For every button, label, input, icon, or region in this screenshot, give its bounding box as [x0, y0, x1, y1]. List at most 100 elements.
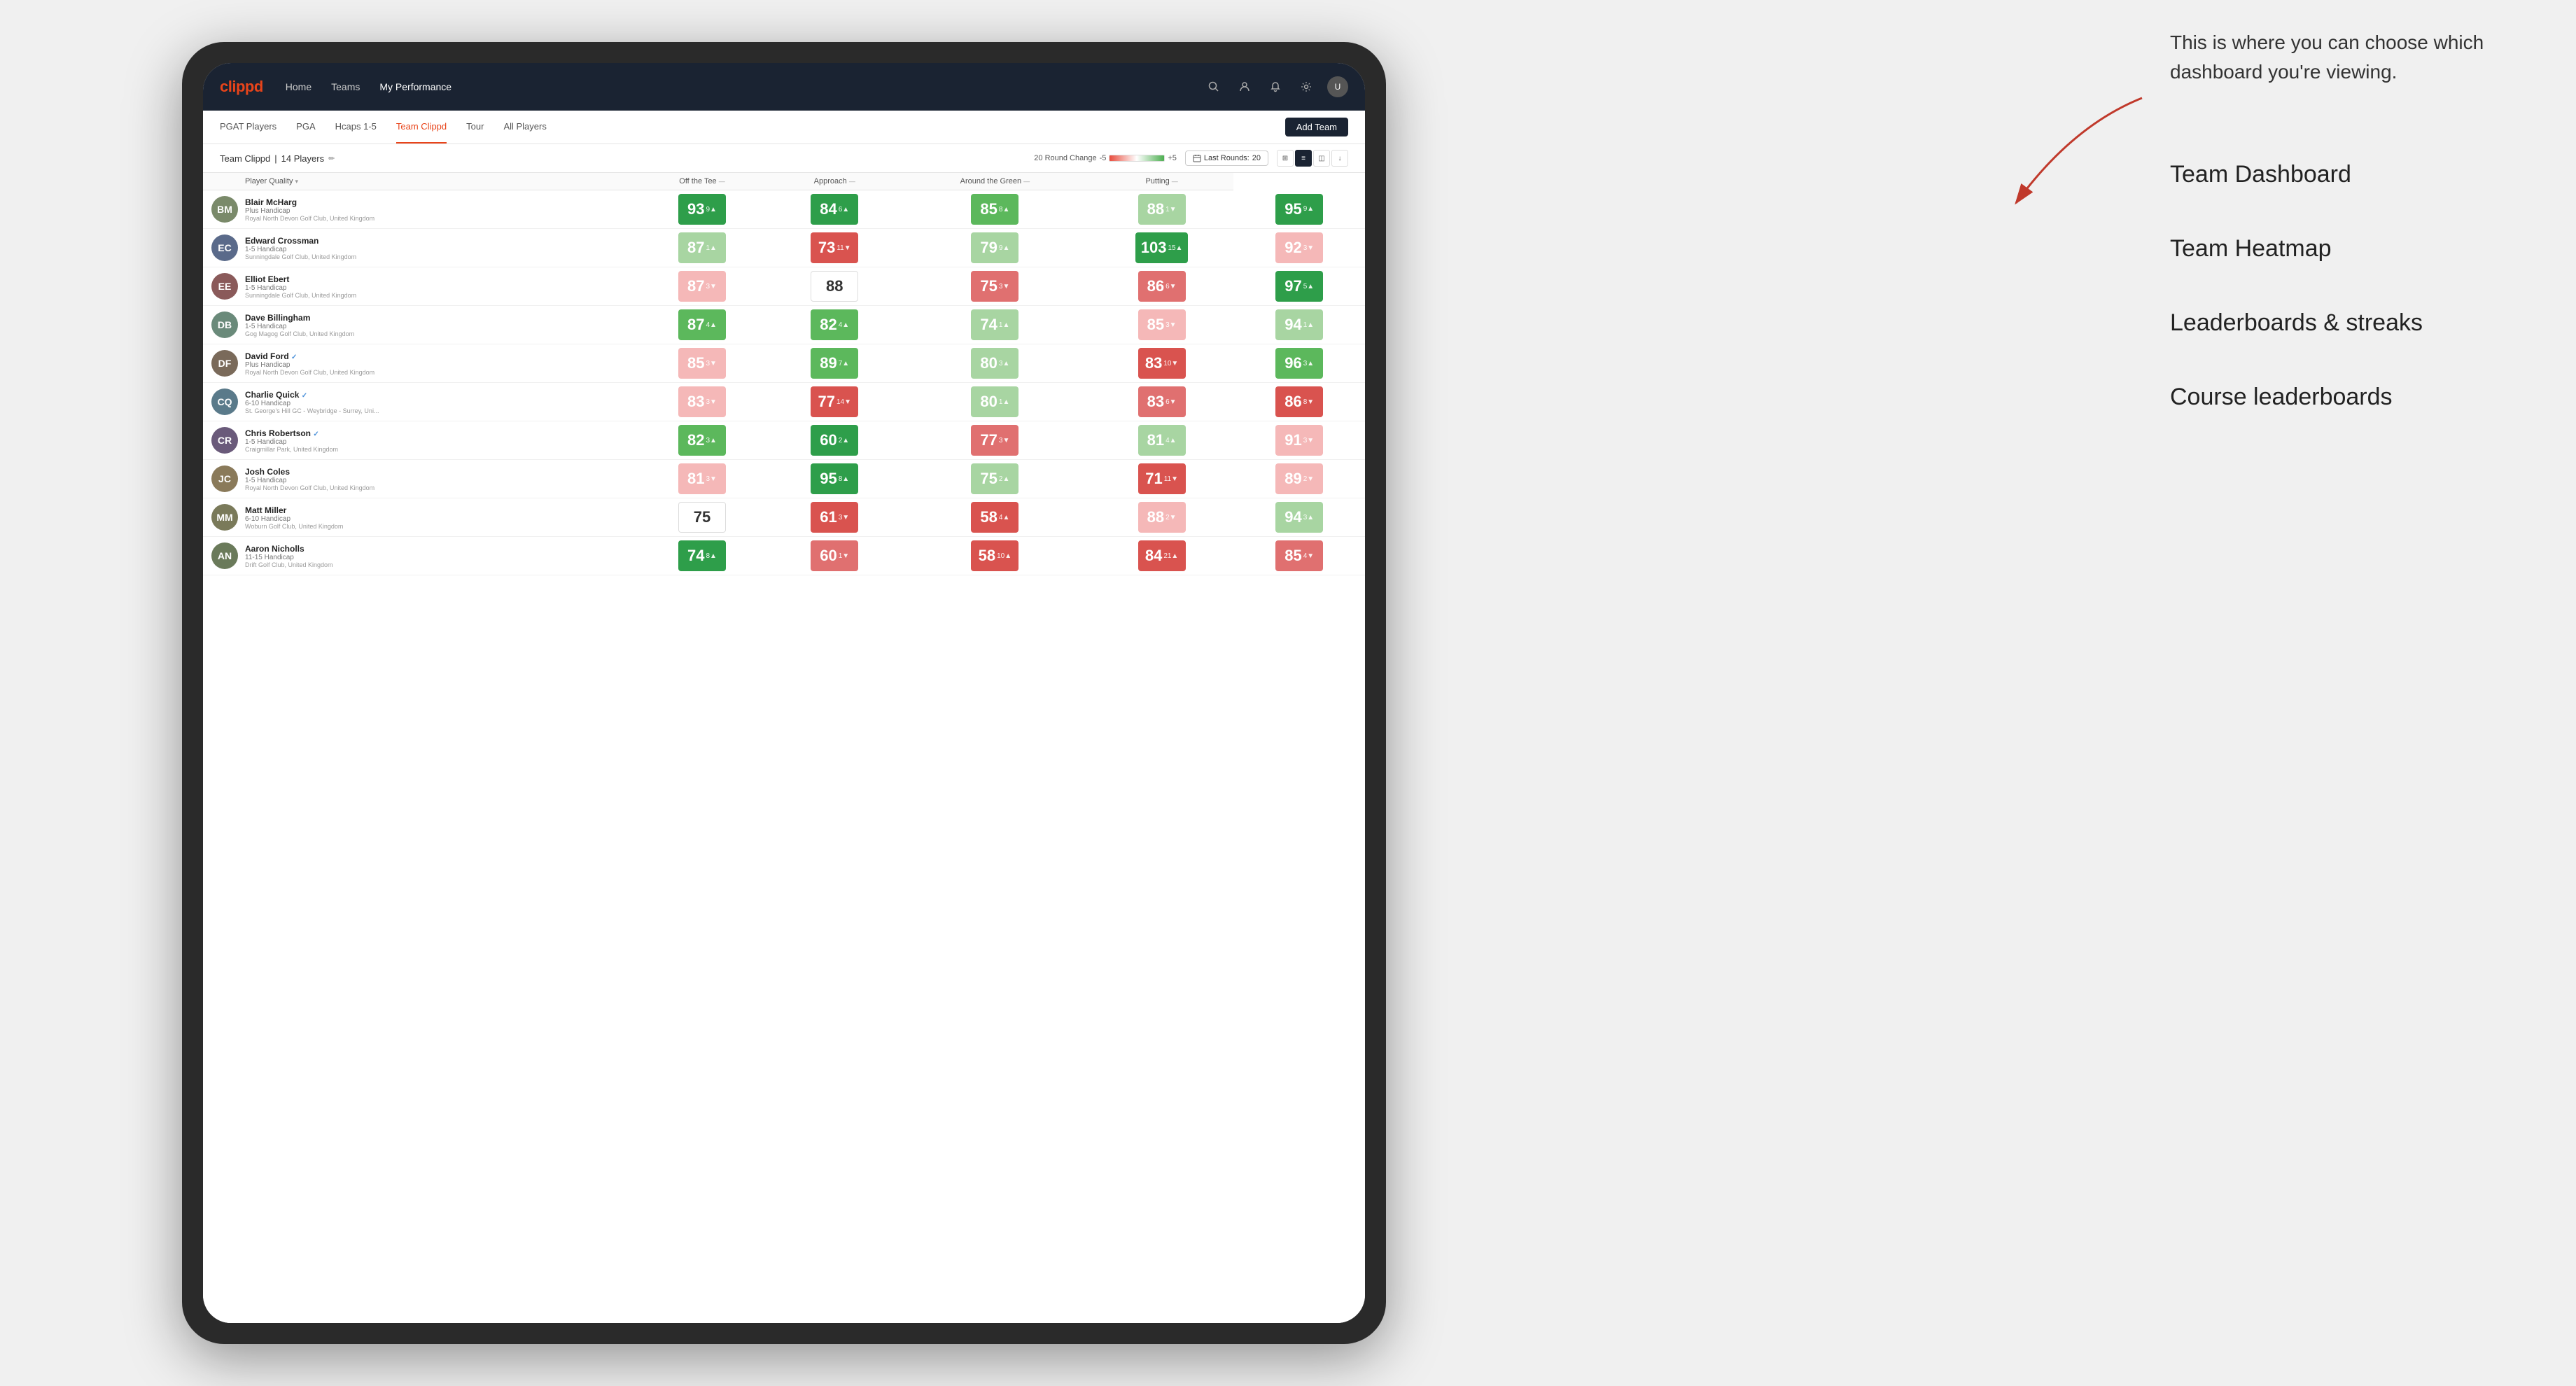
table-row[interactable]: EE Elliot Ebert 1-5 Handicap Sunningdale… — [203, 267, 1365, 306]
view-download-icon[interactable]: ↓ — [1331, 150, 1348, 167]
table-row[interactable]: JC Josh Coles 1-5 Handicap Royal North D… — [203, 460, 1365, 498]
view-table-icon[interactable]: ≡ — [1295, 150, 1312, 167]
score-cell: 82 3▲ — [636, 421, 769, 460]
col-player-quality[interactable]: Player Quality ▾ — [203, 173, 636, 190]
score-change: 6▼ — [1166, 398, 1176, 406]
team-controls: 20 Round Change -5 +5 Last Rounds: 20 — [1034, 150, 1348, 167]
player-avatar: MM — [211, 504, 238, 531]
annotation-item-2: Team Heatmap — [2170, 231, 2562, 267]
settings-icon[interactable] — [1296, 77, 1316, 97]
score-value: 96 — [1284, 354, 1301, 372]
score-change: 10▲ — [997, 552, 1011, 560]
score-change: 3▲ — [1303, 514, 1314, 522]
player-cell: AN Aaron Nicholls 11-15 Handicap Drift G… — [203, 537, 636, 575]
score-box: 79 9▲ — [971, 232, 1018, 263]
subnav-hcaps[interactable]: Hcaps 1-5 — [335, 111, 377, 144]
team-separator: | — [274, 153, 276, 164]
edit-icon[interactable]: ✏ — [328, 154, 335, 163]
player-cell: DF David Ford ✓ Plus Handicap Royal Nort… — [203, 344, 636, 383]
table-row[interactable]: EC Edward Crossman 1-5 Handicap Sunningd… — [203, 229, 1365, 267]
player-info: BM Blair McHarg Plus Handicap Royal Nort… — [203, 190, 636, 228]
score-change: 2▲ — [999, 475, 1009, 483]
view-grid-icon[interactable]: ⊞ — [1277, 150, 1294, 167]
subnav-tour[interactable]: Tour — [466, 111, 484, 144]
score-box: 87 3▼ — [678, 271, 726, 302]
nav-links: Home Teams My Performance — [286, 81, 1204, 92]
last-rounds-button[interactable]: Last Rounds: 20 — [1185, 150, 1268, 166]
score-cell: 81 4▲ — [1090, 421, 1234, 460]
score-change: 4▲ — [999, 514, 1009, 522]
nav-logo[interactable]: clippd — [220, 78, 263, 96]
col-putting[interactable]: Putting — — [1090, 173, 1234, 190]
team-header: Team Clippd | 14 Players ✏ 20 Round Chan… — [203, 144, 1365, 173]
score-value: 87 — [687, 316, 704, 334]
add-team-button[interactable]: Add Team — [1285, 118, 1348, 136]
score-value: 79 — [980, 239, 997, 257]
player-club: Gog Magog Golf Club, United Kingdom — [245, 330, 354, 337]
nav-link-teams[interactable]: Teams — [331, 81, 360, 92]
player-name: Edward Crossman — [245, 236, 356, 246]
score-cell: 80 3▲ — [900, 344, 1090, 383]
player-handicap: 1-5 Handicap — [245, 284, 356, 292]
player-handicap: Plus Handicap — [245, 361, 374, 369]
score-value: 86 — [1284, 393, 1301, 411]
subnav-team-clippd[interactable]: Team Clippd — [396, 111, 447, 144]
player-club: Woburn Golf Club, United Kingdom — [245, 523, 343, 530]
player-name: Matt Miller — [245, 505, 343, 515]
tablet-screen: clippd Home Teams My Performance — [203, 63, 1365, 1323]
player-name: Josh Coles — [245, 467, 374, 477]
user-avatar[interactable]: U — [1327, 76, 1348, 97]
score-cell: 86 6▼ — [1090, 267, 1234, 306]
table-body: BM Blair McHarg Plus Handicap Royal Nort… — [203, 190, 1365, 575]
user-icon[interactable] — [1235, 77, 1254, 97]
score-value: 80 — [980, 354, 997, 372]
player-details: Charlie Quick ✓ 6-10 Handicap St. George… — [245, 390, 379, 414]
player-club: Craigmillar Park, United Kingdom — [245, 446, 338, 453]
score-value: 81 — [687, 470, 704, 488]
last-rounds-value: 20 — [1252, 154, 1261, 162]
table-header-row: Player Quality ▾ Off the Tee — Approach … — [203, 173, 1365, 190]
table-row[interactable]: DF David Ford ✓ Plus Handicap Royal Nort… — [203, 344, 1365, 383]
table-row[interactable]: MM Matt Miller 6-10 Handicap Woburn Golf… — [203, 498, 1365, 537]
table-row[interactable]: CQ Charlie Quick ✓ 6-10 Handicap St. Geo… — [203, 383, 1365, 421]
col-approach[interactable]: Approach — — [769, 173, 901, 190]
score-value: 71 — [1145, 470, 1162, 488]
subnav-pga[interactable]: PGA — [296, 111, 315, 144]
subnav-pgat[interactable]: PGAT Players — [220, 111, 276, 144]
player-name: David Ford ✓ — [245, 351, 374, 361]
score-change: 3▼ — [1303, 437, 1314, 444]
score-box: 88 1▼ — [1138, 194, 1186, 225]
player-handicap: 11-15 Handicap — [245, 554, 333, 561]
table-row[interactable]: AN Aaron Nicholls 11-15 Handicap Drift G… — [203, 537, 1365, 575]
score-change: 6▲ — [839, 206, 849, 214]
search-icon[interactable] — [1204, 77, 1224, 97]
score-value: 92 — [1284, 239, 1301, 257]
table-row[interactable]: DB Dave Billingham 1-5 Handicap Gog Mago… — [203, 306, 1365, 344]
view-chart-icon[interactable]: ◫ — [1313, 150, 1330, 167]
score-change: 1▲ — [999, 321, 1009, 329]
score-change: 3▲ — [706, 437, 717, 444]
score-box: 60 1▼ — [811, 540, 858, 571]
bell-icon[interactable] — [1266, 77, 1285, 97]
round-change: 20 Round Change -5 +5 — [1034, 154, 1177, 162]
annotation-item-3: Leaderboards & streaks — [2170, 305, 2562, 341]
score-cell: 85 3▼ — [1090, 306, 1234, 344]
score-cell: 80 1▲ — [900, 383, 1090, 421]
score-cell: 96 3▲ — [1233, 344, 1365, 383]
score-cell: 75 3▼ — [900, 267, 1090, 306]
score-box: 84 6▲ — [811, 194, 858, 225]
score-cell: 83 3▼ — [636, 383, 769, 421]
table-row[interactable]: BM Blair McHarg Plus Handicap Royal Nort… — [203, 190, 1365, 229]
score-change: 1▲ — [999, 398, 1009, 406]
table-row[interactable]: CR Chris Robertson ✓ 1-5 Handicap Craigm… — [203, 421, 1365, 460]
subnav-all-players[interactable]: All Players — [503, 111, 546, 144]
nav-link-performance[interactable]: My Performance — [379, 81, 451, 92]
score-box: 58 10▲ — [971, 540, 1018, 571]
player-club: Royal North Devon Golf Club, United King… — [245, 369, 374, 376]
nav-link-home[interactable]: Home — [286, 81, 312, 92]
score-box: 93 9▲ — [678, 194, 726, 225]
score-value: 83 — [1145, 354, 1162, 372]
score-value: 84 — [1145, 547, 1162, 565]
col-off-tee[interactable]: Off the Tee — — [636, 173, 769, 190]
col-around-green[interactable]: Around the Green — — [900, 173, 1090, 190]
